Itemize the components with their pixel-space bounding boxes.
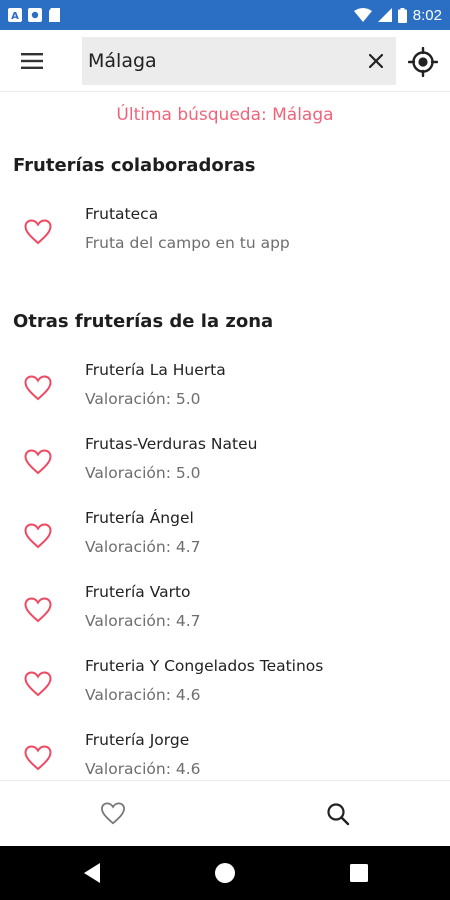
status-time: 8:02	[412, 6, 442, 24]
list-item[interactable]: Frutería Jorge Valoración: 4.6	[0, 725, 450, 780]
section-title-partners: Fruterías colaboradoras	[13, 155, 256, 176]
signal-icon	[377, 8, 392, 22]
heart-outline-icon[interactable]	[24, 745, 52, 771]
top-app-bar	[0, 30, 450, 92]
system-navigation-bar	[0, 846, 450, 900]
heart-outline-icon[interactable]	[24, 597, 52, 623]
item-rating: Valoración: 4.7	[85, 538, 201, 556]
settings-notification-icon	[28, 8, 42, 22]
my-location-button[interactable]	[404, 44, 442, 80]
menu-button[interactable]	[12, 44, 52, 78]
search-icon	[326, 802, 349, 825]
search-box	[82, 37, 396, 85]
back-icon	[84, 863, 100, 883]
results-content[interactable]: Última búsqueda: Málaga Fruterías colabo…	[0, 92, 450, 780]
svg-text:A: A	[11, 11, 19, 22]
my-location-icon	[408, 47, 438, 77]
list-item[interactable]: Frutería Varto Valoración: 4.7	[0, 577, 450, 651]
status-bar: A 8:02	[0, 0, 450, 30]
tab-search[interactable]	[225, 781, 450, 846]
recents-button[interactable]	[347, 861, 371, 885]
bottom-navigation	[0, 780, 450, 846]
item-name: Frutateca	[85, 205, 159, 223]
item-rating: Valoración: 5.0	[85, 464, 201, 482]
item-name: Frutería La Huerta	[85, 361, 226, 379]
close-icon	[369, 54, 383, 68]
list-item[interactable]: Frutas-Verduras Nateu Valoración: 5.0	[0, 429, 450, 503]
search-input[interactable]	[88, 43, 358, 79]
item-subtitle: Fruta del campo en tu app	[85, 234, 290, 252]
notification-a-icon: A	[8, 8, 22, 22]
status-left-icons: A	[8, 8, 62, 22]
item-name: Fruteria Y Congelados Teatinos	[85, 657, 324, 675]
wifi-icon	[353, 8, 372, 22]
item-name: Frutería Jorge	[85, 731, 190, 749]
tab-favorites[interactable]	[0, 781, 225, 846]
item-rating: Valoración: 4.7	[85, 612, 201, 630]
list-item[interactable]: Frutateca Fruta del campo en tu app	[0, 199, 450, 273]
home-icon	[215, 863, 235, 883]
list-item[interactable]: Fruteria Y Congelados Teatinos Valoració…	[0, 651, 450, 725]
recents-icon	[350, 864, 368, 882]
item-rating: Valoración: 4.6	[85, 686, 201, 704]
item-rating: Valoración: 4.6	[85, 760, 201, 778]
heart-outline-icon[interactable]	[24, 375, 52, 401]
heart-outline-icon	[100, 802, 125, 825]
last-search-label: Última búsqueda: Málaga	[116, 105, 334, 125]
item-name: Frutería Varto	[85, 583, 191, 601]
home-button[interactable]	[213, 861, 237, 885]
item-name: Frutería Ángel	[85, 509, 194, 527]
heart-outline-icon[interactable]	[24, 449, 52, 475]
status-right-icons: 8:02	[353, 6, 442, 24]
back-button[interactable]	[80, 861, 104, 885]
heart-outline-icon[interactable]	[24, 219, 52, 245]
list-item[interactable]: Frutería La Huerta Valoración: 5.0	[0, 355, 450, 429]
list-item[interactable]: Frutería Ángel Valoración: 4.7	[0, 503, 450, 577]
item-name: Frutas-Verduras Nateu	[85, 435, 258, 453]
battery-icon	[397, 7, 407, 23]
sd-card-icon	[49, 8, 60, 22]
heart-outline-icon[interactable]	[24, 671, 52, 697]
clear-search-button[interactable]	[362, 47, 390, 75]
hamburger-menu-icon	[21, 53, 43, 69]
item-rating: Valoración: 5.0	[85, 390, 201, 408]
others-list: Frutería La Huerta Valoración: 5.0 Fruta…	[0, 355, 450, 780]
section-title-others: Otras fruterías de la zona	[13, 311, 274, 332]
heart-outline-icon[interactable]	[24, 523, 52, 549]
partners-list: Frutateca Fruta del campo en tu app	[0, 199, 450, 273]
